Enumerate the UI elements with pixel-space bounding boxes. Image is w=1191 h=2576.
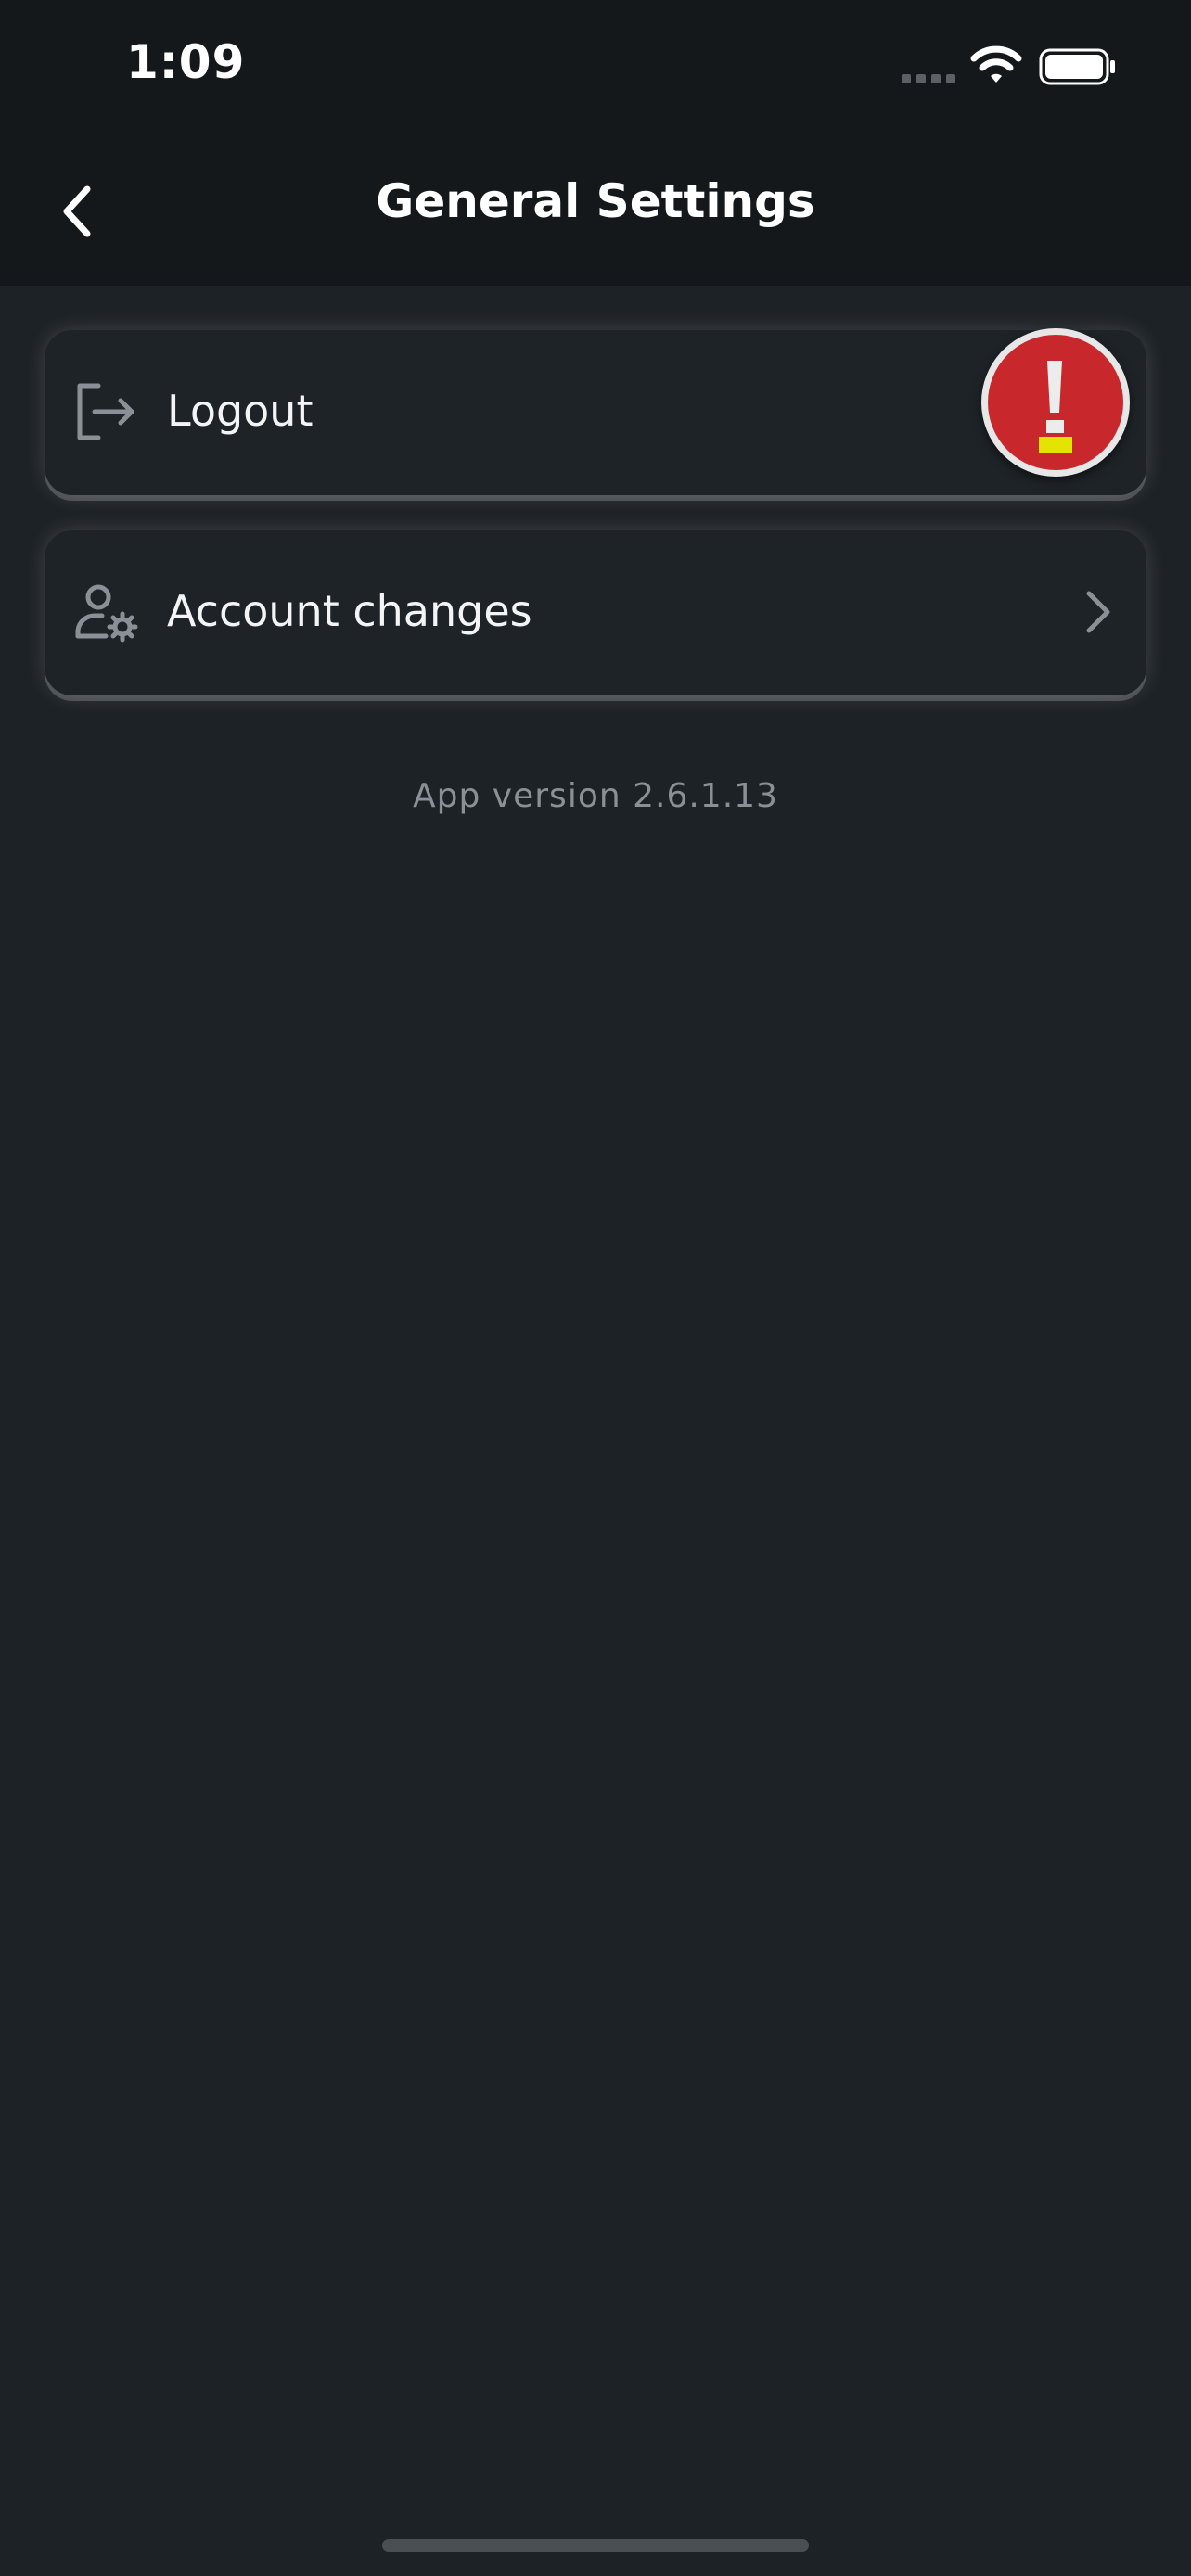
- top-bar: 1:09 General Settings: [0, 0, 1191, 286]
- battery-icon: [1039, 48, 1115, 85]
- general-settings-screen: 1:09 General Settings Logout Account cha…: [0, 0, 1191, 2576]
- account-changes-label: Account changes: [167, 586, 532, 636]
- user-settings-icon: [75, 584, 138, 643]
- page-title: General Settings: [376, 174, 815, 228]
- logout-label: Logout: [167, 386, 314, 436]
- wifi-icon: [970, 45, 1022, 83]
- exclamation-icon: [1039, 361, 1072, 453]
- signal-dots-icon: [902, 74, 957, 83]
- logout-icon: [77, 383, 134, 440]
- home-indicator: [382, 2539, 809, 2552]
- alert-badge[interactable]: [981, 328, 1130, 477]
- status-time: 1:09: [126, 35, 246, 89]
- chevron-right-icon: [1086, 591, 1110, 633]
- app-version: App version 2.6.1.13: [413, 777, 778, 815]
- account-changes-item[interactable]: Account changes: [45, 530, 1146, 695]
